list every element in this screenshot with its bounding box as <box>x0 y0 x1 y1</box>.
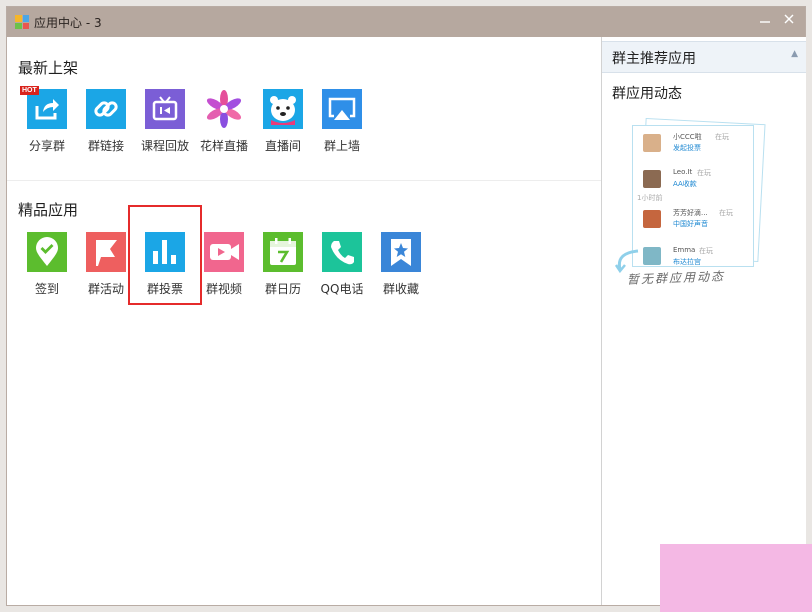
close-button[interactable] <box>777 9 801 33</box>
app-list-panel: 最新上架 HOT 分享群 群链接 课程回放 花样直播 直播间 群上墙 精品应用 … <box>7 37 601 605</box>
app-label: 分享群 <box>28 139 65 153</box>
recommended-apps-title: 群主推荐应用 <box>612 51 696 67</box>
calendar-icon <box>263 232 303 272</box>
app-label: 签到 <box>34 282 59 296</box>
app-label: 课程回放 <box>140 139 189 153</box>
minimize-button[interactable] <box>753 9 777 33</box>
overlay-shape <box>660 544 812 612</box>
app-label: 群上墙 <box>323 139 360 153</box>
title-bar[interactable]: 应用中心 - 3 <box>7 7 805 37</box>
phone-icon <box>322 232 362 272</box>
app-qq-phone[interactable]: QQ电话 <box>313 232 371 297</box>
video-camera-icon <box>204 232 244 272</box>
app-label: 直播间 <box>264 139 301 153</box>
app-label: 花样直播 <box>199 139 248 153</box>
recommended-apps-header[interactable]: 群主推荐应用 ▲ <box>602 41 806 73</box>
app-label: 群链接 <box>87 139 124 153</box>
app-label: 群视频 <box>205 282 242 296</box>
app-group-favorites[interactable]: 群收藏 <box>372 232 430 297</box>
app-center-window: 应用中心 - 3 最新上架 HOT 分享群 群链接 课程回放 花样直播 直播间 … <box>6 6 806 606</box>
empty-dynamics-illustration: 小CCC啦 在玩 发起投票 Leo.It 在玩 AA收款 1小时前 芳芳好滴..… <box>614 117 766 287</box>
sidebar-panel: 群主推荐应用 ▲ 群应用动态 小CCC啦 在玩 发起投票 Leo.It 在玩 A… <box>601 37 806 605</box>
window-title: 应用中心 - 3 <box>34 16 102 30</box>
section-divider <box>7 180 601 181</box>
highlight-box <box>128 205 202 305</box>
location-check-icon <box>27 232 67 272</box>
minimize-icon <box>760 21 770 23</box>
bookmark-star-icon <box>381 232 421 272</box>
app-course-replay[interactable]: 课程回放 <box>136 89 194 154</box>
share-icon: HOT <box>20 86 67 129</box>
app-label: 群活动 <box>87 282 124 296</box>
app-label: 群收藏 <box>382 282 419 296</box>
app-group-wall[interactable]: 群上墙 <box>313 89 371 154</box>
app-group-activity[interactable]: 群活动 <box>77 232 135 297</box>
screen-cast-icon <box>322 89 362 129</box>
feed-card: 小CCC啦 在玩 发起投票 Leo.It 在玩 AA收款 1小时前 芳芳好滴..… <box>632 125 754 267</box>
app-label: 群日历 <box>264 282 301 296</box>
app-dynamics-title: 群应用动态 <box>612 86 682 102</box>
app-label: QQ电话 <box>320 282 364 296</box>
bear-icon <box>263 89 303 129</box>
tv-replay-icon <box>145 89 185 129</box>
app-flower-live[interactable]: 花样直播 <box>195 89 253 154</box>
link-icon <box>86 89 126 129</box>
featured-apps-heading: 精品应用 <box>18 201 79 219</box>
app-share-group[interactable]: HOT 分享群 <box>18 86 76 154</box>
app-group-link[interactable]: 群链接 <box>77 89 135 154</box>
app-check-in[interactable]: 签到 <box>18 232 76 297</box>
new-apps-heading: 最新上架 <box>18 59 79 77</box>
hot-badge: HOT <box>20 86 39 95</box>
avatar <box>643 170 661 188</box>
app-live-room[interactable]: 直播间 <box>254 89 312 154</box>
app-center-icon <box>15 15 29 29</box>
app-group-video[interactable]: 群视频 <box>195 232 253 297</box>
avatar <box>643 134 661 152</box>
avatar <box>643 247 661 265</box>
app-group-calendar[interactable]: 群日历 <box>254 232 312 297</box>
close-icon <box>784 14 794 24</box>
collapse-arrow-icon[interactable]: ▲ <box>791 49 798 59</box>
avatar <box>643 210 661 228</box>
flag-icon <box>86 232 126 272</box>
empty-dynamics-text: 暂无群应用动态 <box>626 269 726 287</box>
flower-live-icon <box>204 89 244 129</box>
